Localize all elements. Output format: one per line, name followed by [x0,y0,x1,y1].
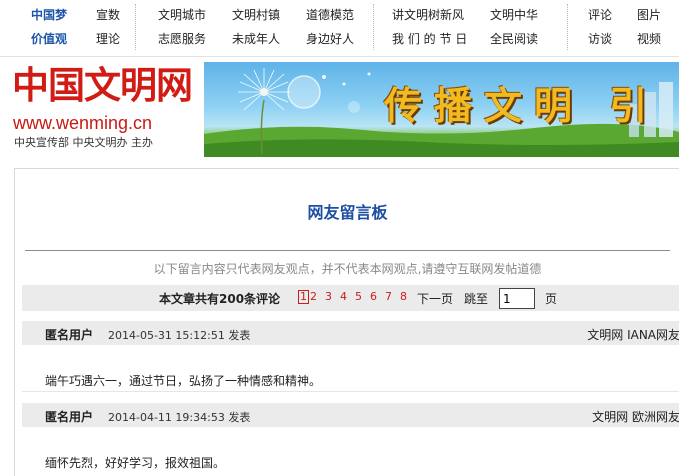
page-unit-label: 页 [545,292,558,306]
comment-timestamp: 2014-05-31 15:12:51 发表 [108,329,251,342]
page-link-4[interactable]: 4 [340,290,347,304]
nav-link-minors[interactable]: 未成年人 [232,30,280,48]
comment-item: 匿名用户 2014-05-31 15:12:51 发表 文明网 IANA网友 端… [22,321,679,393]
nav-link-civilized-china[interactable]: 文明中华 [490,6,538,24]
logo-url-text: www.wenming.cn [13,113,153,133]
next-page-link[interactable]: 下一页 [417,290,453,307]
nav-link-commentary[interactable]: 评论 [588,6,612,24]
page-link-5[interactable]: 5 [355,290,362,304]
comment-author: 匿名用户 [45,328,94,342]
nav-link-civilized-city[interactable]: 文明城市 [158,6,206,24]
nav-link-reading[interactable]: 全民阅读 [490,30,538,48]
page-link-6[interactable]: 6 [370,290,377,304]
nav-link-pictures[interactable]: 图片 [637,6,661,24]
comment-text: 缅怀先烈，好好学习，报效祖国。 [45,456,226,470]
comment-header: 匿名用户 2014-04-11 19:34:53 发表 文明网 欧洲网友 [22,403,679,427]
nav-separator [373,4,374,50]
site-logo[interactable]: 中国文明网 www.wenming.cn 中央宣传部 中央文明办 主办 [12,64,193,154]
comment-text: 端午巧遇六一，通过节日，弘扬了一种情感和精神。 [45,374,322,388]
page-link-1[interactable]: 1 [298,290,309,304]
goto-label: 跳至 [464,292,489,306]
nav-link-good-people[interactable]: 身边好人 [306,30,354,48]
nav-separator [135,4,136,50]
logo-chinese-text: 中国文明网 [12,64,193,107]
nav-link-core-values[interactable]: 价值观 [31,30,67,48]
nav-link-videos[interactable]: 视频 [637,30,661,48]
page-link-2[interactable]: 2 [310,290,317,304]
comment-header: 匿名用户 2014-05-31 15:12:51 发表 文明网 IANA网友 [22,321,679,345]
page-link-3[interactable]: 3 [325,290,332,304]
page-link-7[interactable]: 7 [385,290,392,304]
nav-link-interviews[interactable]: 访谈 [588,30,612,48]
comment-count: 本文章共有200条评论 [159,292,281,306]
banner-slogan: 传播文明 引 [384,83,660,128]
nav-link-xuanshu[interactable]: 宣数 [96,6,120,24]
comment-author: 匿名用户 [45,410,94,424]
comment-source: 文明网 IANA网友 [587,328,679,342]
nav-separator [567,4,568,50]
comment-timestamp: 2014-04-11 19:34:53 发表 [108,411,251,424]
pagination-bar: 本文章共有200条评论 1 2 3 4 5 6 7 8 下一页 跳至 页 [22,285,679,311]
message-board: 网友留言板 以下留言内容只代表网友观点，并不代表本网观点,请遵守互联网发帖道德 … [14,168,679,476]
page-number-input[interactable] [499,288,535,309]
nav-link-new-civility[interactable]: 讲文明树新风 [392,6,464,24]
nav-link-theory[interactable]: 理论 [96,30,120,48]
page-link-8[interactable]: 8 [400,290,407,304]
comment-source: 文明网 欧洲网友 [592,410,679,424]
nav-link-civilized-village[interactable]: 文明村镇 [232,6,280,24]
top-nav: 中国梦 宣数 文明城市 文明村镇 道德模范 讲文明树新风 文明中华 评论 图片 … [0,0,679,56]
page-title: 网友留言板 [307,203,388,222]
nav-link-our-festivals[interactable]: 我 们 的 节 日 [392,30,467,48]
nav-link-chinese-dream[interactable]: 中国梦 [31,6,67,24]
nav-link-volunteer[interactable]: 志愿服务 [158,30,206,48]
nav-bottom-border [0,56,679,57]
nav-link-moral-models[interactable]: 道德模范 [306,6,354,24]
title-divider [25,250,670,251]
logo-sponsor-text: 中央宣传部 中央文明办 主办 [14,136,153,149]
board-notice: 以下留言内容只代表网友观点，并不代表本网观点,请遵守互联网发帖道德 [153,262,542,276]
header-banner: 传播文明 引 [204,62,679,157]
comment-bottom-border [22,391,679,392]
comment-item: 匿名用户 2014-04-11 19:34:53 发表 文明网 欧洲网友 缅怀先… [22,403,679,476]
